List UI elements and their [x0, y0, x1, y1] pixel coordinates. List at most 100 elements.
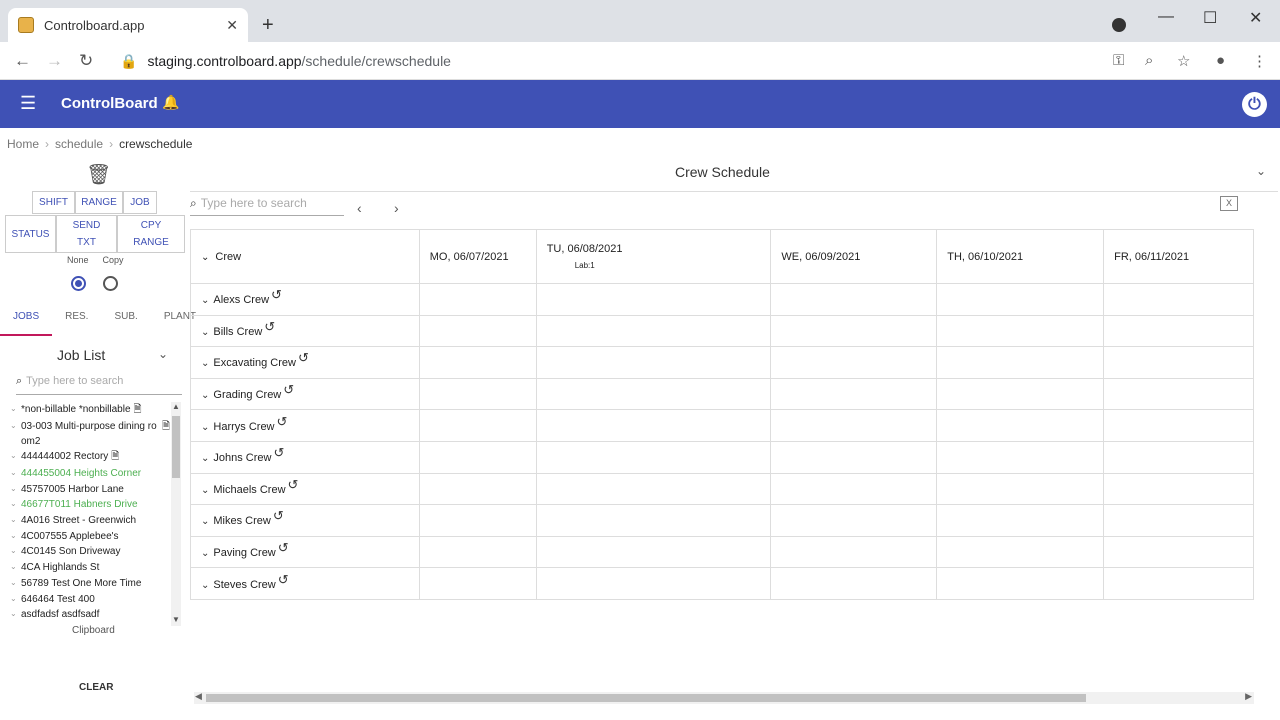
schedule-cell[interactable]	[535, 472, 772, 506]
excel-export-icon[interactable]: X	[1220, 196, 1238, 211]
history-icon[interactable]: ↺	[273, 508, 284, 523]
schedule-cell[interactable]	[770, 314, 938, 348]
schedule-cell[interactable]	[770, 377, 938, 411]
expand-caret-icon[interactable]: ⌄	[10, 607, 21, 618]
media-indicator-icon[interactable]	[1112, 18, 1126, 32]
expand-caret-icon[interactable]: ⌄	[10, 497, 21, 508]
schedule-cell[interactable]	[936, 377, 1105, 411]
list-item[interactable]: ⌄ 646464 Test 400	[10, 592, 170, 608]
scroll-right-icon[interactable]: ▶	[1245, 691, 1252, 702]
crew-cell[interactable]: ⌄ Paving Crew ↺	[190, 535, 420, 569]
document-icon[interactable]: 🗎	[134, 402, 142, 419]
url-field[interactable]: 🔒 staging.controlboard.app/schedule/crews…	[120, 53, 451, 70]
history-icon[interactable]: ↺	[277, 414, 288, 429]
schedule-cell[interactable]	[770, 346, 938, 379]
scroll-up-icon[interactable]: ▲	[172, 402, 180, 411]
collapse-chevron-icon[interactable]: ⌄	[1256, 164, 1266, 178]
prev-week-icon[interactable]: ‹	[357, 200, 362, 216]
day-header[interactable]: TU, 06/08/2021 Lab:1	[535, 229, 772, 284]
back-icon[interactable]: ←	[14, 51, 31, 71]
cpy-range-button[interactable]: CPY RANGE	[117, 215, 185, 253]
breadcrumb-schedule[interactable]: schedule	[55, 137, 103, 151]
schedule-cell[interactable]	[1103, 314, 1254, 348]
scroll-thumb[interactable]	[172, 416, 180, 478]
schedule-cell[interactable]	[936, 440, 1105, 474]
maximize-icon[interactable]: ☐	[1203, 8, 1217, 28]
radio-copy[interactable]	[103, 276, 118, 291]
radio-none[interactable]	[71, 276, 86, 291]
list-item[interactable]: ⌄ 03-003 Multi-purpose dining ro om2 🗎	[10, 419, 170, 449]
schedule-cell[interactable]	[418, 377, 537, 411]
history-icon[interactable]: ↺	[278, 540, 289, 555]
expand-caret-icon[interactable]: ⌄	[10, 592, 21, 603]
expand-caret-icon[interactable]: ⌄	[10, 544, 21, 555]
schedule-cell[interactable]	[1103, 409, 1254, 442]
chevron-down-icon[interactable]: ⌄	[201, 485, 209, 496]
chevron-down-icon[interactable]: ⌄	[201, 390, 209, 401]
schedule-cell[interactable]	[936, 535, 1105, 569]
schedule-cell[interactable]	[1103, 377, 1254, 411]
list-item[interactable]: ⌄ 4C0145 Son Driveway	[10, 544, 170, 560]
next-week-icon[interactable]: ›	[394, 200, 399, 216]
schedule-cell[interactable]	[418, 346, 537, 379]
chevron-down-icon[interactable]: ⌄	[201, 453, 209, 464]
schedule-cell[interactable]	[418, 283, 537, 316]
schedule-cell[interactable]	[770, 409, 938, 442]
more-icon[interactable]: ⋮	[1252, 52, 1267, 70]
scroll-left-icon[interactable]: ◀	[195, 691, 202, 702]
bell-icon[interactable]: 🔔	[162, 94, 179, 111]
clear-button[interactable]: CLEAR	[79, 682, 113, 693]
schedule-cell[interactable]	[418, 504, 537, 537]
crew-cell[interactable]: ⌄ Bills Crew ↺	[190, 314, 420, 348]
day-header[interactable]: TH, 06/10/2021	[936, 229, 1105, 284]
forward-icon[interactable]: →	[46, 51, 63, 71]
schedule-cell[interactable]	[535, 567, 772, 600]
zoom-icon[interactable]: ⌕	[1145, 52, 1153, 69]
list-item[interactable]: ⌄ 4C007555 Applebee's	[10, 529, 170, 545]
schedule-cell[interactable]	[1103, 346, 1254, 379]
schedule-cell[interactable]	[770, 567, 938, 600]
new-tab-icon[interactable]: +	[262, 14, 274, 37]
schedule-cell[interactable]	[936, 567, 1105, 600]
schedule-cell[interactable]	[936, 346, 1105, 379]
crew-cell[interactable]: ⌄ Johns Crew ↺	[190, 440, 420, 474]
status-button[interactable]: STATUS	[5, 215, 56, 253]
schedule-cell[interactable]	[535, 346, 772, 379]
trash-icon[interactable]: 🗑	[86, 162, 111, 187]
schedule-cell[interactable]	[535, 535, 772, 569]
list-item[interactable]: ⌄ 444455004 Heights Corner	[10, 466, 170, 482]
grid-horizontal-scrollbar[interactable]: ◀ ▶	[194, 691, 1254, 704]
day-header[interactable]: WE, 06/09/2021	[770, 229, 938, 284]
schedule-cell[interactable]	[418, 440, 537, 474]
history-icon[interactable]: ↺	[298, 350, 309, 365]
close-tab-icon[interactable]: ✕	[226, 17, 238, 34]
minimize-icon[interactable]: —	[1158, 8, 1174, 26]
list-item[interactable]: ⌄ 56789 Test One More Time	[10, 576, 170, 592]
tab-sub[interactable]: SUB.	[101, 308, 150, 336]
chevron-down-icon[interactable]: ⌄	[201, 580, 209, 591]
history-icon[interactable]: ↺	[271, 287, 282, 302]
crew-cell[interactable]: ⌄ Harrys Crew ↺	[190, 409, 420, 442]
history-icon[interactable]: ↺	[288, 477, 299, 492]
schedule-cell[interactable]	[535, 377, 772, 411]
expand-caret-icon[interactable]: ⌄	[10, 560, 21, 571]
schedule-cell[interactable]	[535, 504, 772, 537]
crew-cell[interactable]: ⌄ Michaels Crew ↺	[190, 472, 420, 506]
history-icon[interactable]: ↺	[283, 382, 294, 397]
chevron-down-icon[interactable]: ⌄	[201, 358, 209, 369]
main-search-input[interactable]: ⌕ Type here to search	[190, 196, 344, 216]
list-item[interactable]: ⌄ 4CA Highlands St	[10, 560, 170, 576]
schedule-cell[interactable]	[770, 535, 938, 569]
schedule-cell[interactable]	[936, 283, 1105, 316]
expand-caret-icon[interactable]: ⌄	[10, 419, 21, 430]
job-button[interactable]: JOB	[123, 191, 157, 214]
browser-tab[interactable]: Controlboard.app ✕	[8, 8, 248, 42]
schedule-cell[interactable]	[770, 283, 938, 316]
list-item[interactable]: ⌄ 444444002 Rectory 🗎	[10, 449, 170, 466]
expand-caret-icon[interactable]: ⌄	[10, 513, 21, 524]
close-window-icon[interactable]: ✕	[1249, 8, 1262, 28]
power-icon[interactable]: ⏻	[1242, 92, 1267, 117]
job-list-title[interactable]: Job List	[57, 347, 105, 363]
schedule-cell[interactable]	[535, 440, 772, 474]
job-search-input[interactable]: ⌕ Type here to search	[16, 375, 182, 395]
